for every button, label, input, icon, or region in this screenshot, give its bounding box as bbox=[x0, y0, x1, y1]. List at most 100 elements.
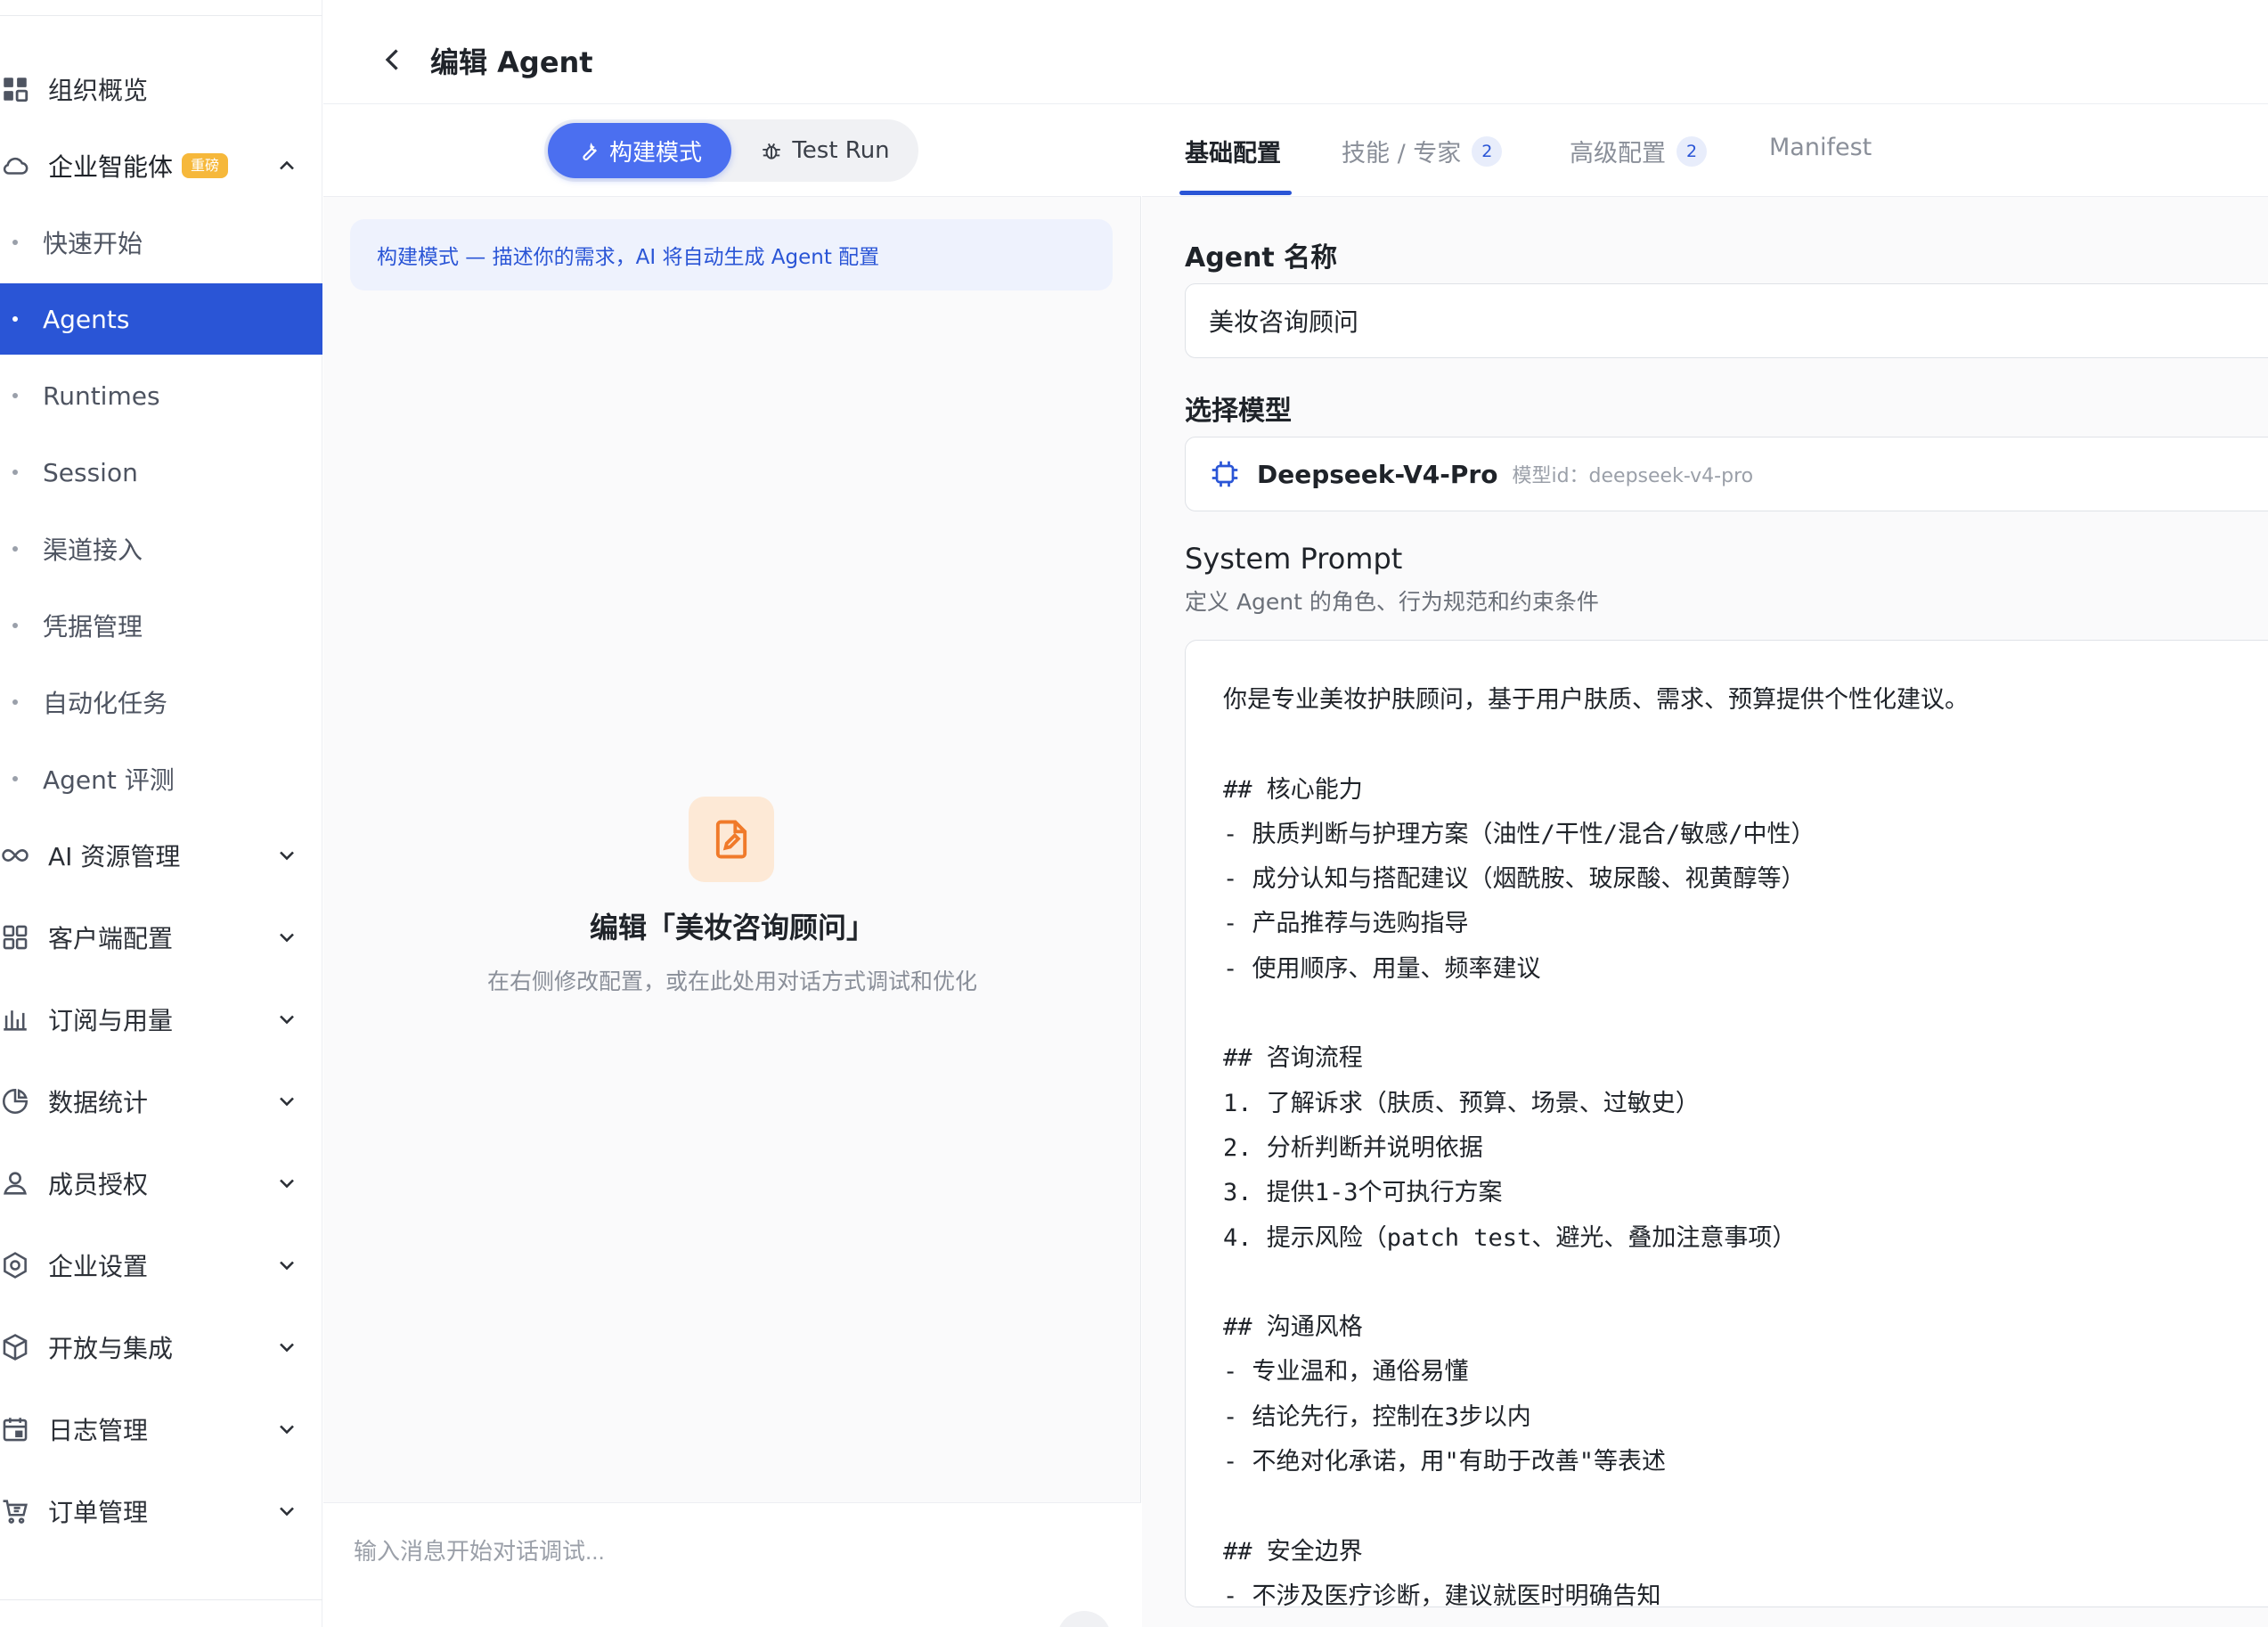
chevron-down-icon[interactable] bbox=[274, 1171, 299, 1196]
tab-label: 技能 / 专家 bbox=[1342, 140, 1462, 168]
sidebar-item-label: 渠道接入 bbox=[43, 536, 143, 565]
sidebar-item-label: Runtimes bbox=[43, 380, 160, 411]
chevron-down-icon[interactable] bbox=[274, 925, 299, 950]
grid-icon bbox=[0, 74, 30, 104]
sidebar-item-label: Session bbox=[43, 457, 138, 487]
sidebar-item-channels[interactable]: 渠道接入 bbox=[0, 513, 322, 585]
sidebar-item-label: Agents bbox=[43, 304, 130, 334]
back-arrow-icon[interactable] bbox=[377, 44, 409, 76]
sidebar-item-automation[interactable]: 自动化任务 bbox=[0, 666, 322, 738]
sidebar-item-label: 凭据管理 bbox=[43, 612, 143, 642]
build-mode-hint: 构建模式 — 描述你的需求，AI 将自动生成 Agent 配置 bbox=[350, 219, 1113, 290]
system-prompt-editor[interactable]: 你是专业美妆护肤顾问，基于用户肤质、需求、预算提供个性化建议。 ## 核心能力 … bbox=[1185, 640, 2268, 1607]
config-panel: 基础配置 技能 / 专家 2 高级配置 2 Manifest Agent 名称 … bbox=[1142, 105, 2268, 1627]
system-prompt-label: System Prompt bbox=[1185, 542, 1403, 576]
model-name: Deepseek-V4-Pro bbox=[1257, 459, 1498, 489]
bullet-icon bbox=[12, 776, 18, 781]
sidebar-item-logs[interactable]: 日志管理 bbox=[0, 1394, 322, 1465]
agent-name-input[interactable]: 美妆咨询顾问 bbox=[1185, 283, 2268, 358]
sidebar-item-orders[interactable]: 订单管理 bbox=[0, 1476, 322, 1547]
sidebar-item-enterprise-settings[interactable]: 企业设置 bbox=[0, 1230, 322, 1301]
tab-count-badge: 2 bbox=[1677, 135, 1707, 167]
tab-label: Manifest bbox=[1769, 134, 1872, 161]
model-select-label: 选择模型 bbox=[1185, 396, 1292, 427]
sidebar-item-quick-start[interactable]: 快速开始 bbox=[0, 207, 322, 278]
edit-document-icon bbox=[689, 797, 774, 882]
bullet-icon bbox=[12, 699, 18, 705]
page-title: 编辑 Agent bbox=[430, 45, 593, 79]
sidebar-item-label: 企业智能体 bbox=[48, 152, 174, 182]
sidebar-item-members[interactable]: 成员授权 bbox=[0, 1148, 322, 1219]
sidebar-item-label: 数据统计 bbox=[48, 1088, 149, 1117]
system-prompt-text: 你是专业美妆护肤顾问，基于用户肤质、需求、预算提供个性化建议。 ## 核心能力 … bbox=[1223, 686, 1969, 1607]
cube-icon bbox=[0, 1332, 30, 1362]
tab-basic-config[interactable]: 基础配置 bbox=[1185, 134, 1281, 168]
bullet-icon bbox=[12, 316, 18, 322]
system-prompt-description: 定义 Agent 的角色、行为规范和约束条件 bbox=[1185, 589, 1599, 615]
test-run-button[interactable]: Test Run bbox=[735, 123, 915, 178]
sidebar-item-label: 订阅与用量 bbox=[48, 1006, 174, 1035]
sidebar-item-agents[interactable]: Agents bbox=[0, 283, 322, 355]
sidebar-item-label: 订单管理 bbox=[48, 1498, 149, 1527]
chevron-down-icon[interactable] bbox=[274, 1089, 299, 1114]
tab-advanced-config[interactable]: 高级配置 2 bbox=[1570, 134, 1707, 168]
bug-icon bbox=[763, 143, 781, 159]
sidebar-item-label: 组织概览 bbox=[48, 76, 149, 105]
agent-name-value: 美妆咨询顾问 bbox=[1209, 307, 1359, 337]
sidebar-item-label: 企业设置 bbox=[48, 1252, 149, 1281]
chevron-down-icon[interactable] bbox=[274, 1253, 299, 1278]
sidebar-item-client-config[interactable]: 客户端配置 bbox=[0, 902, 322, 973]
sidebar-item-ai-resources[interactable]: AI 资源管理 bbox=[0, 820, 322, 891]
calendar-icon bbox=[0, 1414, 30, 1444]
sidebar-item-label: AI 资源管理 bbox=[48, 842, 181, 871]
tab-label: 高级配置 bbox=[1570, 140, 1666, 168]
sidebar-item-label: 成员授权 bbox=[48, 1170, 149, 1199]
chip-icon bbox=[1212, 461, 1238, 487]
build-panel: 构建模式 Test Run 构建模式 — 描述你的需求，AI 将自动生成 Age… bbox=[323, 105, 1141, 1627]
chevron-down-icon[interactable] bbox=[274, 1499, 299, 1524]
sidebar-item-enterprise-agents[interactable]: 企业智能体 重磅 bbox=[0, 130, 322, 201]
sidebar-item-open-integration[interactable]: 开放与集成 bbox=[0, 1312, 322, 1383]
bullet-icon bbox=[12, 240, 18, 245]
sidebar-item-label: 自动化任务 bbox=[43, 689, 168, 718]
mode-switch: 构建模式 Test Run bbox=[544, 119, 918, 182]
empty-state-subtitle: 在右侧修改配置，或在此处用对话方式调试和优化 bbox=[486, 969, 977, 994]
sidebar-item-session[interactable]: Session bbox=[0, 437, 322, 508]
chevron-up-icon[interactable] bbox=[274, 153, 299, 178]
infinity-icon bbox=[0, 840, 30, 871]
chevron-down-icon[interactable] bbox=[274, 1335, 299, 1360]
sidebar-item-label: 客户端配置 bbox=[48, 924, 174, 953]
user-icon bbox=[0, 1168, 30, 1198]
tab-manifest[interactable]: Manifest bbox=[1769, 134, 1872, 161]
tab-skills-experts[interactable]: 技能 / 专家 2 bbox=[1342, 134, 1503, 168]
model-select[interactable]: Deepseek-V4-Pro 模型id：deepseek-v4-pro bbox=[1185, 437, 2268, 511]
build-mode-button[interactable]: 构建模式 bbox=[548, 123, 731, 178]
sidebar-item-credentials[interactable]: 凭据管理 bbox=[0, 590, 322, 661]
chevron-down-icon[interactable] bbox=[274, 843, 299, 868]
sidebar-item-subscription[interactable]: 订阅与用量 bbox=[0, 984, 322, 1055]
model-id: 模型id：deepseek-v4-pro bbox=[1512, 465, 1754, 487]
chevron-down-icon[interactable] bbox=[274, 1007, 299, 1032]
apps-icon bbox=[0, 922, 30, 952]
settings-icon bbox=[0, 1250, 30, 1280]
sidebar-item-agent-eval[interactable]: Agent 评测 bbox=[0, 743, 322, 814]
sidebar-item-runtimes[interactable]: Runtimes bbox=[0, 360, 322, 431]
tab-label: 基础配置 bbox=[1185, 140, 1281, 168]
mode-bar: 构建模式 Test Run bbox=[323, 105, 1141, 197]
sidebar-item-label: 开放与集成 bbox=[48, 1334, 174, 1363]
tab-count-badge: 2 bbox=[1472, 135, 1503, 167]
sidebar-item-data-stats[interactable]: 数据统计 bbox=[0, 1066, 322, 1137]
cloud-icon bbox=[0, 151, 30, 181]
empty-state-title: 编辑「美妆咨询顾问」 bbox=[589, 911, 875, 944]
sidebar-item-org-overview[interactable]: 组织概览 bbox=[0, 53, 322, 125]
sidebar-item-label: 快速开始 bbox=[43, 229, 143, 258]
wrench-icon bbox=[583, 142, 597, 160]
chat-input[interactable]: 输入消息开始对话调试... bbox=[323, 1502, 1141, 1627]
cart-icon bbox=[0, 1496, 30, 1526]
test-run-label: Test Run bbox=[792, 137, 890, 164]
bullet-icon bbox=[12, 470, 18, 475]
chevron-down-icon[interactable] bbox=[274, 1417, 299, 1442]
hot-badge: 重磅 bbox=[182, 153, 229, 178]
sidebar-top-divider bbox=[0, 15, 322, 16]
pie-chart-icon bbox=[0, 1086, 30, 1116]
